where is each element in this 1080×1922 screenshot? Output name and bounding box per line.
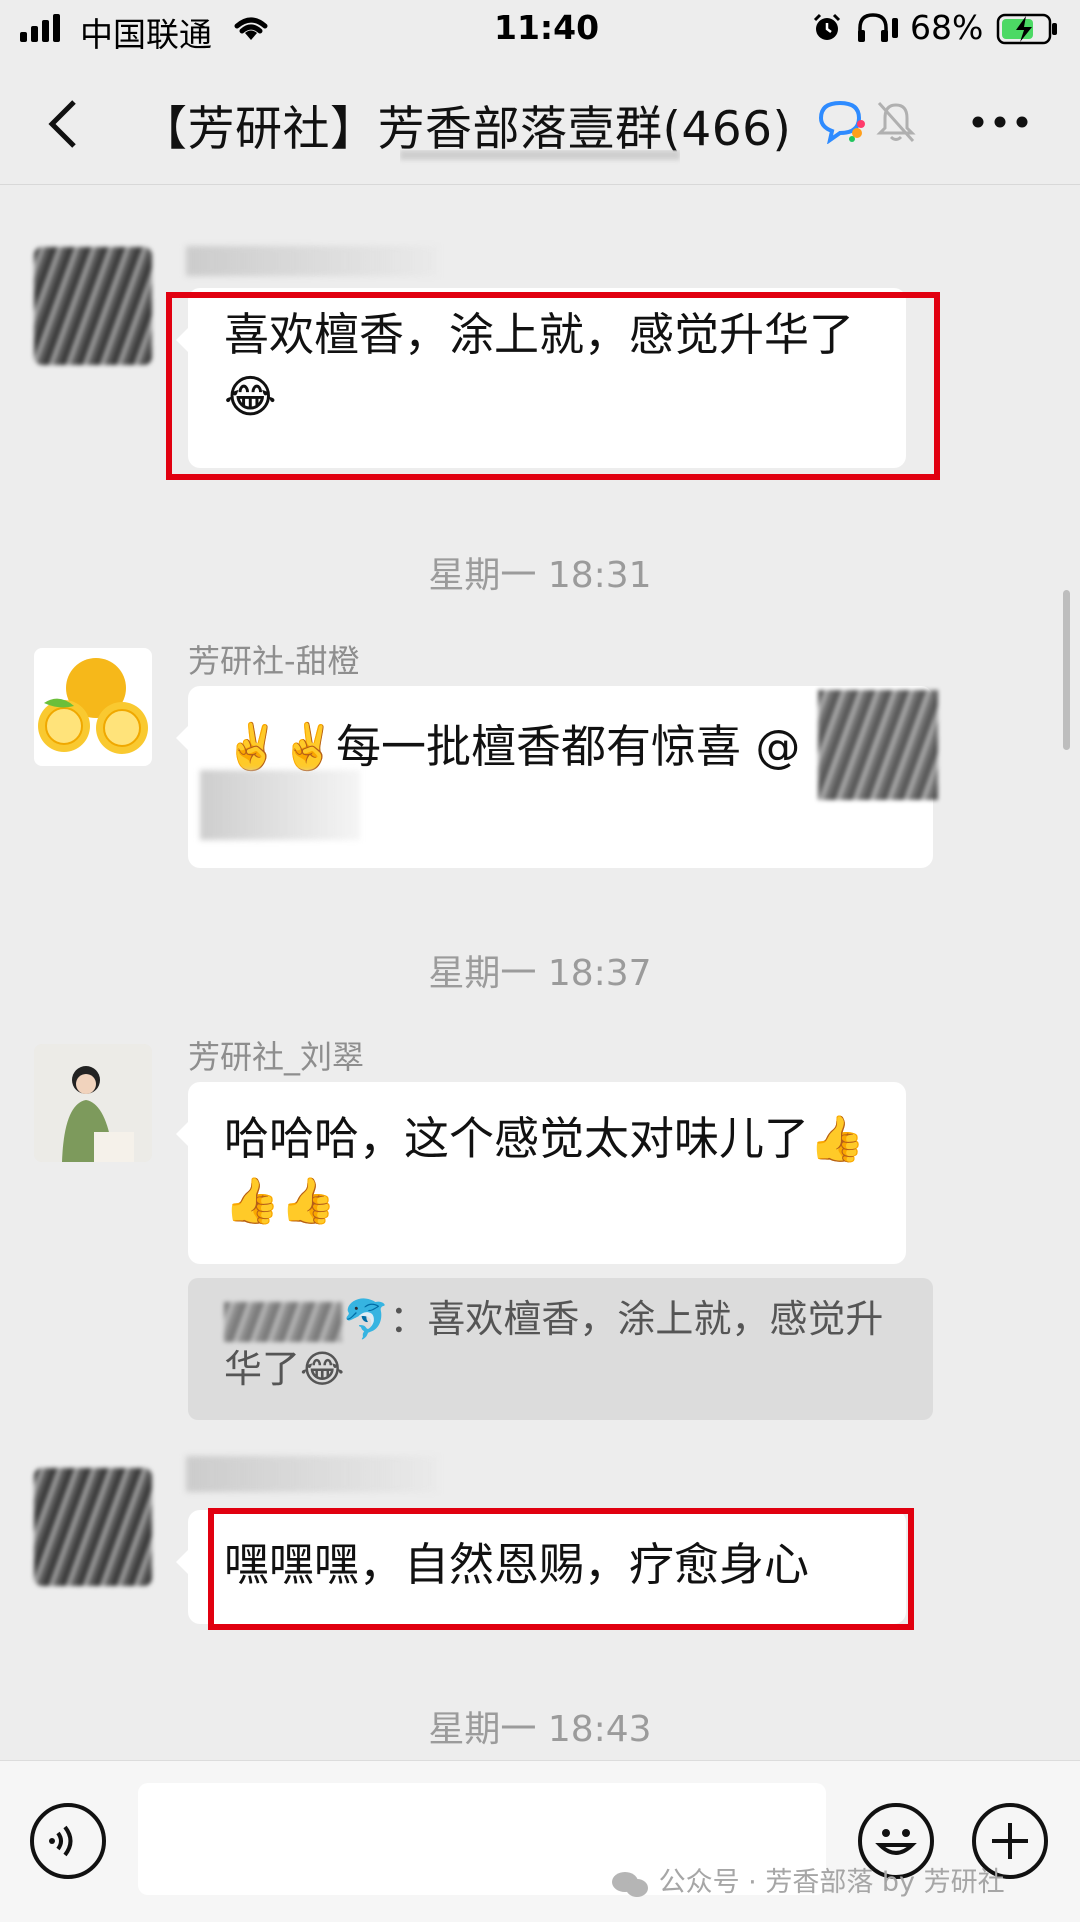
watermark: 公众号 · 芳香部落 by 芳研社 [610,1860,1005,1899]
chevron-left-icon[interactable] [44,98,80,150]
message-text: ✌️✌️每一批檀香都有惊喜 @ [224,720,801,773]
message-bubble[interactable]: 哈哈哈，这个感觉太对味儿了👍👍👍 [176,1082,906,1264]
avatar[interactable] [34,247,152,365]
wechat-logo-icon [612,1871,648,1897]
wifi-icon [234,17,268,40]
highlight-box [166,292,940,480]
scrollbar[interactable] [1063,590,1070,750]
bell-muted-icon [876,101,916,143]
headphones-icon [858,13,898,42]
more-dots-icon[interactable] [972,114,1028,130]
voice-button[interactable] [30,1803,106,1879]
highlight-box [208,1508,914,1630]
battery-charging-icon [996,13,1057,45]
status-bar: 中国联通 11:40 68% [0,0,1080,62]
avatar[interactable] [34,1468,152,1586]
blurred-quote-name [224,1301,342,1342]
blurred-sender-name [186,246,438,276]
voice-icon [49,1825,73,1857]
blurred-mention [818,690,938,800]
avatar[interactable] [34,648,152,766]
timestamp: 星期一 18:31 [428,555,652,596]
clock: 11:40 [494,8,600,47]
chat-title: 【芳研社】芳香部落壹群(466) [140,102,792,157]
person-avatar-image [34,1044,152,1162]
chat-bubble-icon [818,100,865,144]
watermark-text: 公众号 · 芳香部落 by 芳研社 [658,1867,1005,1898]
sender-name: 芳研社_刘翠 [188,1038,365,1076]
orange-avatar-image [38,658,148,754]
timestamp: 星期一 18:37 [428,953,652,994]
quoted-message[interactable]: 🐬：喜欢檀香，涂上就，感觉升华了😂 [188,1278,933,1420]
timestamp: 星期一 18:43 [428,1709,652,1750]
cut-timestamp [400,150,680,186]
blurred-sender-name [186,1456,438,1492]
sender-name: 芳研社-甜橙 [188,642,360,680]
message-text: 哈哈哈，这个感觉太对味儿了👍👍👍 [224,1112,866,1227]
signal-icon [20,14,60,42]
blurred-text [200,770,360,840]
battery-percent: 68% [910,8,984,47]
avatar[interactable] [34,1044,152,1162]
carrier-label: 中国联通 [80,15,212,54]
alarm-icon [813,13,841,40]
